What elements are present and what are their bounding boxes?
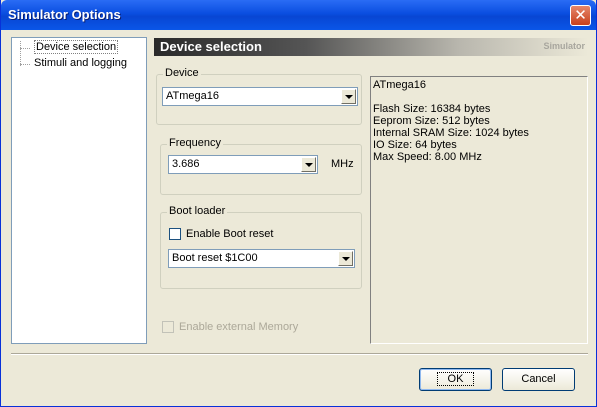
device-group-label: Device xyxy=(163,67,201,79)
tree-item-stimuli-logging[interactable]: Stimuli and logging xyxy=(20,57,127,71)
tree-item-label: Stimuli and logging xyxy=(34,57,127,69)
info-io-size: IO Size: 64 bytes xyxy=(373,139,457,151)
bootloader-group: Boot loader Enable Boot reset Boot reset… xyxy=(160,205,362,289)
window-title: Simulator Options xyxy=(8,7,121,22)
device-info-panel: ATmega16 Flash Size: 16384 bytes Eeprom … xyxy=(370,76,588,344)
info-eeprom-size: Eeprom Size: 512 bytes xyxy=(373,115,490,127)
device-group: Device ATmega16 xyxy=(156,67,362,125)
info-device-name: ATmega16 xyxy=(373,79,426,91)
options-tree: Device selection Stimuli and logging xyxy=(11,37,147,344)
frequency-unit: MHz xyxy=(331,158,354,170)
frequency-group: Frequency 3.686 MHz xyxy=(160,137,362,195)
page-header: Device selection Simulator xyxy=(154,38,588,56)
info-sram-size: Internal SRAM Size: 1024 bytes xyxy=(373,127,529,139)
bootloader-group-label: Boot loader xyxy=(167,205,228,217)
title-bar[interactable]: Simulator Options ✕ xyxy=(1,0,596,30)
ok-button[interactable]: OK xyxy=(419,368,492,391)
close-button[interactable]: ✕ xyxy=(570,5,591,26)
chevron-down-icon[interactable] xyxy=(301,157,316,172)
cancel-button-label: Cancel xyxy=(521,373,556,385)
ok-button-label: OK xyxy=(436,372,475,386)
boot-reset-select[interactable]: Boot reset $1C00 xyxy=(168,249,355,268)
frequency-group-label: Frequency xyxy=(167,137,223,149)
chevron-down-icon[interactable] xyxy=(341,89,356,104)
external-memory-checkbox[interactable] xyxy=(162,321,174,333)
cancel-button[interactable]: Cancel xyxy=(502,368,575,391)
tree-item-label: Device selection xyxy=(34,40,119,54)
enable-boot-reset-checkbox[interactable] xyxy=(169,228,181,240)
info-max-speed: Max Speed: 8.00 MHz xyxy=(373,151,482,163)
footer-separator xyxy=(11,353,588,355)
chevron-down-icon[interactable] xyxy=(338,251,353,266)
boot-reset-select-value: Boot reset $1C00 xyxy=(172,252,258,264)
tree-item-device-selection[interactable]: Device selection xyxy=(20,40,119,55)
frequency-select-value: 3.686 xyxy=(172,158,200,170)
device-select[interactable]: ATmega16 xyxy=(162,87,358,106)
enable-boot-reset-label[interactable]: Enable Boot reset xyxy=(186,228,273,240)
close-icon: ✕ xyxy=(574,7,587,24)
frequency-select[interactable]: 3.686 xyxy=(168,155,318,174)
header-caption: Simulator xyxy=(543,41,585,51)
external-memory-label[interactable]: Enable external Memory xyxy=(179,321,298,333)
info-flash-size: Flash Size: 16384 bytes xyxy=(373,103,491,115)
simulator-options-dialog: Simulator Options ✕ Device selection Sti… xyxy=(0,0,597,407)
device-select-value: ATmega16 xyxy=(166,90,219,102)
page-title: Device selection xyxy=(160,39,262,54)
